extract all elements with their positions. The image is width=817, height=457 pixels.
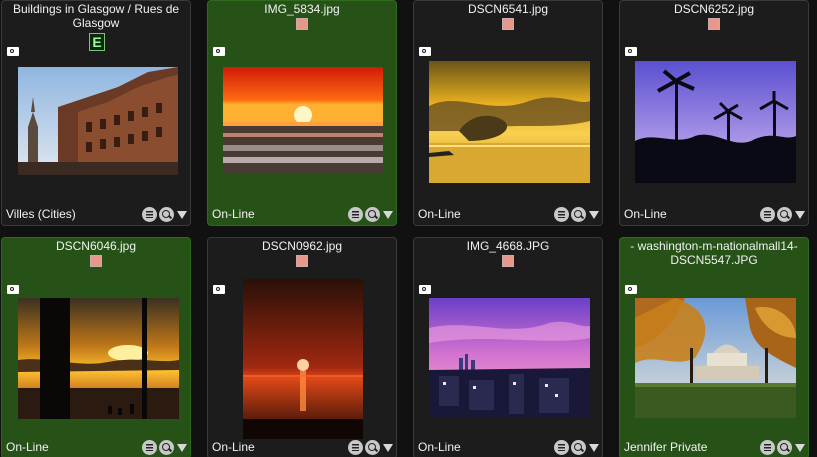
- tile-footer-label: On-Line: [6, 440, 49, 454]
- color-label-badge[interactable]: [502, 18, 514, 30]
- menu-icon[interactable]: [142, 440, 157, 455]
- tile-title: - washington-m-nationalmall14- DSCN5547.…: [630, 239, 798, 267]
- tile-controls: [348, 207, 393, 222]
- color-label-badge[interactable]: [296, 255, 308, 267]
- color-label-badge[interactable]: [296, 18, 308, 30]
- tile-footer-label: On-Line: [418, 207, 461, 221]
- zoom-icon[interactable]: [777, 440, 792, 455]
- tile-title: DSCN6046.jpg: [55, 239, 137, 253]
- tile-footer-label: On-Line: [212, 207, 255, 221]
- camera-icon: [7, 285, 19, 294]
- menu-icon[interactable]: [760, 440, 775, 455]
- thumbnail-tile[interactable]: DSCN0962.jpg On-Line: [207, 237, 397, 457]
- dropdown-arrow-icon[interactable]: [177, 210, 187, 219]
- zoom-icon[interactable]: [365, 440, 380, 455]
- thumbnail-image[interactable]: [18, 298, 179, 419]
- edit-marker-badge: E: [89, 33, 105, 51]
- tile-title: IMG_4668.JPG: [466, 239, 550, 253]
- tile-controls: [554, 440, 599, 455]
- tile-title: Buildings in Glasgow / Rues de Glasgow: [12, 2, 180, 30]
- camera-icon: [213, 285, 225, 294]
- menu-icon[interactable]: [554, 207, 569, 222]
- thumbnail-image[interactable]: [429, 61, 590, 183]
- zoom-icon[interactable]: [159, 207, 174, 222]
- camera-icon: [419, 47, 431, 56]
- camera-icon: [625, 47, 637, 56]
- tile-controls: [142, 440, 187, 455]
- tile-title: DSCN6541.jpg: [467, 2, 549, 16]
- thumbnail-tile[interactable]: DSCN6252.jpg On-Line: [619, 0, 809, 226]
- dropdown-arrow-icon[interactable]: [589, 210, 599, 219]
- dropdown-arrow-icon[interactable]: [177, 443, 187, 452]
- dropdown-arrow-icon[interactable]: [383, 210, 393, 219]
- tile-footer-label: On-Line: [212, 440, 255, 454]
- thumbnail-grid: Buildings in Glasgow / Rues de Glasgow E: [0, 0, 817, 457]
- zoom-icon[interactable]: [571, 440, 586, 455]
- dropdown-arrow-icon[interactable]: [589, 443, 599, 452]
- menu-icon[interactable]: [348, 207, 363, 222]
- tile-footer-label: Jennifer Private: [624, 440, 708, 454]
- tile-title: DSCN0962.jpg: [261, 239, 343, 253]
- thumbnail-tile[interactable]: Buildings in Glasgow / Rues de Glasgow E: [1, 0, 191, 226]
- tile-footer-label: On-Line: [418, 440, 461, 454]
- color-label-badge[interactable]: [90, 255, 102, 267]
- zoom-icon[interactable]: [777, 207, 792, 222]
- thumbnail-image[interactable]: [243, 279, 363, 439]
- thumbnail-image[interactable]: [18, 67, 178, 175]
- tile-footer-label: Villes (Cities): [6, 207, 76, 221]
- thumbnail-tile[interactable]: DSCN6046.jpg On-Line: [1, 237, 191, 457]
- thumbnail-tile[interactable]: - washington-m-nationalmall14- DSCN5547.…: [619, 237, 809, 457]
- thumbnail-image[interactable]: [635, 61, 796, 183]
- dropdown-arrow-icon[interactable]: [795, 210, 805, 219]
- thumbnail-tile[interactable]: IMG_5834.jpg On-Line: [207, 0, 397, 226]
- thumbnail-tile[interactable]: DSCN6541.jpg On-Line: [413, 0, 603, 226]
- tile-title: DSCN6252.jpg: [673, 2, 755, 16]
- tile-controls: [142, 207, 187, 222]
- thumbnail-image[interactable]: [223, 67, 383, 173]
- zoom-icon[interactable]: [365, 207, 380, 222]
- tile-controls: [760, 440, 805, 455]
- tile-title: IMG_5834.jpg: [264, 2, 340, 16]
- menu-icon[interactable]: [760, 207, 775, 222]
- zoom-icon[interactable]: [571, 207, 586, 222]
- camera-icon: [625, 285, 637, 294]
- color-label-badge[interactable]: [502, 255, 514, 267]
- zoom-icon[interactable]: [159, 440, 174, 455]
- menu-icon[interactable]: [142, 207, 157, 222]
- tile-controls: [348, 440, 393, 455]
- menu-icon[interactable]: [348, 440, 363, 455]
- color-label-badge[interactable]: [708, 18, 720, 30]
- thumbnail-image[interactable]: [635, 298, 796, 418]
- tile-controls: [760, 207, 805, 222]
- dropdown-arrow-icon[interactable]: [383, 443, 393, 452]
- menu-icon[interactable]: [554, 440, 569, 455]
- tile-controls: [554, 207, 599, 222]
- tile-footer-label: On-Line: [624, 207, 667, 221]
- thumbnail-tile[interactable]: IMG_4668.JPG On-Line: [413, 237, 603, 457]
- camera-icon: [419, 285, 431, 294]
- camera-icon: [213, 47, 225, 56]
- camera-icon: [7, 47, 19, 56]
- dropdown-arrow-icon[interactable]: [795, 443, 805, 452]
- thumbnail-image[interactable]: [429, 298, 590, 418]
